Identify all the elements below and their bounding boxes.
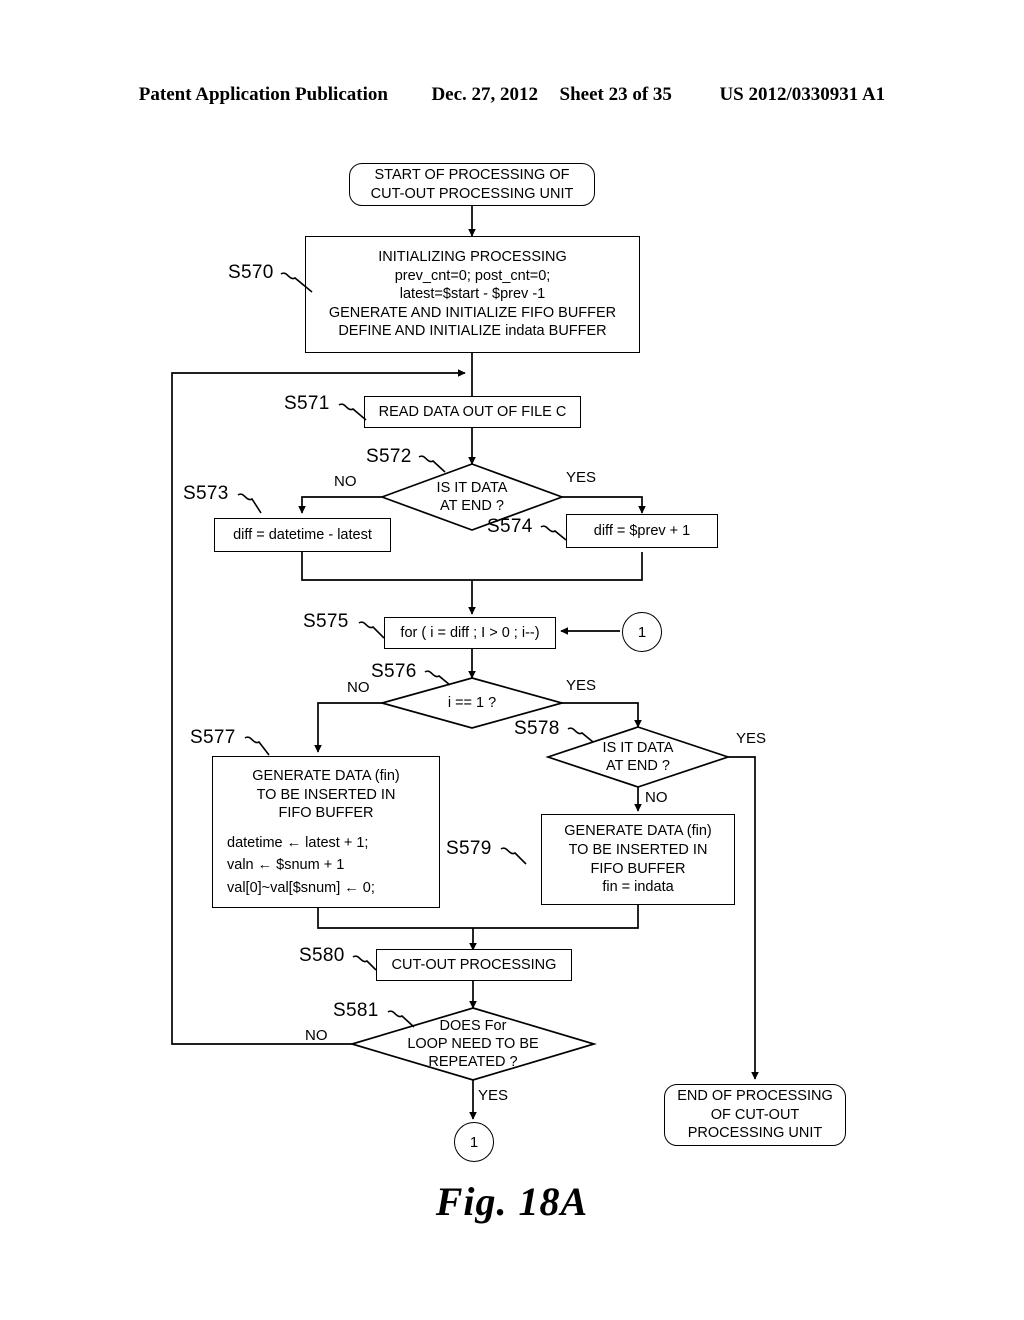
- leader-line-s572: [418, 455, 446, 473]
- node-s571-read-data: READ DATA OUT OF FILE C: [364, 396, 581, 428]
- step-label-s578: S578: [514, 718, 560, 739]
- node-s577-line-1: GENERATE DATA (fin): [252, 768, 400, 784]
- node-s579-line-2: TO BE INSERTED IN: [568, 841, 708, 858]
- node-s570-line-1: INITIALIZING PROCESSING: [378, 249, 567, 266]
- edge-label-s581-no: NO: [305, 1027, 328, 1044]
- edge-label-s581-yes: YES: [478, 1087, 509, 1104]
- header-publication: Patent Application Publication: [138, 84, 388, 105]
- node-start-line-1: START OF PROCESSING OF: [374, 166, 570, 183]
- leader-line-s570: [280, 272, 313, 293]
- connector-circle-right: 1: [622, 612, 662, 652]
- node-s577-line-2: TO BE INSERTED IN: [256, 786, 396, 803]
- leader-line-s574: [540, 525, 567, 541]
- node-end: END OF PROCESSING OF CUT-OUT PROCESSING …: [664, 1084, 846, 1146]
- node-end-line-2: OF CUT-OUT: [710, 1106, 800, 1123]
- step-label-s577: S577: [190, 727, 236, 748]
- edge-label-s578-no: NO: [645, 789, 668, 806]
- step-label-s581: S581: [333, 1000, 379, 1021]
- node-s577-line-3: FIFO BUFFER: [278, 805, 374, 822]
- node-s578-line-2: AT END ?: [606, 758, 670, 774]
- edge-label-s572-yes: YES: [566, 469, 597, 486]
- step-label-s575: S575: [303, 611, 349, 632]
- node-s572-line-2: AT END ?: [440, 498, 504, 514]
- node-s573-line-1: diff = datetime - latest: [233, 526, 372, 543]
- node-s572-line-1: IS IT DATA: [436, 479, 508, 496]
- step-label-s576: S576: [371, 661, 417, 682]
- node-s574-diff-prev: diff = $prev + 1: [566, 514, 718, 548]
- node-s571-line-1: READ DATA OUT OF FILE C: [378, 403, 567, 420]
- edge-label-s578-yes: YES: [736, 730, 767, 747]
- connector-circle-bottom-label: 1: [469, 1133, 479, 1151]
- leader-line-s573: [237, 493, 262, 514]
- step-label-s579: S579: [446, 838, 492, 859]
- edge-label-s576-no: NO: [347, 679, 370, 696]
- step-label-s571: S571: [284, 393, 330, 414]
- step-label-s570: S570: [228, 262, 274, 283]
- node-s581-line-2: LOOP NEED TO BE: [407, 1035, 539, 1052]
- node-s570-line-5: DEFINE AND INITIALIZE indata BUFFER: [338, 323, 607, 340]
- edge-label-s576-yes: YES: [566, 677, 597, 694]
- node-s570-line-3: latest=$start - $prev -1: [399, 286, 546, 303]
- node-s570-line-2: prev_cnt=0; post_cnt=0;: [394, 267, 551, 284]
- node-s579-line-4: fin = indata: [602, 879, 674, 896]
- connector-circle-right-label: 1: [637, 623, 647, 641]
- leader-line-s571: [338, 403, 367, 421]
- figure-caption: Fig. 18A: [435, 1179, 589, 1224]
- node-s579-line-3: FIFO BUFFER: [590, 860, 686, 877]
- node-s580-cut-out-processing: CUT-OUT PROCESSING: [376, 949, 572, 981]
- node-s574-line-1: diff = $prev + 1: [593, 522, 691, 539]
- patent-figure-page: Patent Application Publication Dec. 27, …: [0, 0, 1024, 1320]
- step-label-s574: S574: [487, 516, 533, 537]
- step-label-s572: S572: [366, 446, 412, 467]
- header-doc-number: US 2012/0330931 A1: [719, 84, 886, 105]
- node-s576-line-1: i == 1 ?: [447, 694, 497, 711]
- step-label-s573: S573: [183, 483, 229, 504]
- page-header: Patent Application Publication Dec. 27, …: [0, 84, 1024, 106]
- edge-label-s572-no: NO: [334, 473, 357, 490]
- node-s581-line-1: DOES For: [439, 1017, 507, 1034]
- leader-line-s580: [352, 955, 377, 971]
- leader-line-s576: [424, 670, 451, 686]
- node-s577-code-2: valn ← $snum + 1: [227, 857, 345, 874]
- node-s577-generate-data: GENERATE DATA (fin) TO BE INSERTED IN FI…: [212, 756, 440, 908]
- node-s577-code-1: datetime ← latest + 1;: [227, 834, 369, 851]
- node-s580-line-1: CUT-OUT PROCESSING: [391, 956, 557, 973]
- node-s575-for-loop: for ( i = diff ; I > 0 ; i--): [384, 617, 556, 649]
- node-start: START OF PROCESSING OF CUT-OUT PROCESSIN…: [349, 163, 595, 206]
- leader-line-s578: [567, 727, 594, 743]
- node-s581-line-3: REPEATED ?: [428, 1054, 518, 1071]
- node-end-line-3: PROCESSING UNIT: [687, 1125, 823, 1142]
- leader-line-s579: [500, 847, 527, 865]
- node-s570-line-4: GENERATE AND INITIALIZE FIFO BUFFER: [328, 304, 617, 321]
- node-s570-initializing-processing: INITIALIZING PROCESSING prev_cnt=0; post…: [305, 236, 640, 353]
- node-s579-generate-data: GENERATE DATA (fin) TO BE INSERTED IN FI…: [541, 814, 735, 905]
- step-label-s580: S580: [299, 945, 345, 966]
- header-date: Dec. 27, 2012: [431, 84, 539, 105]
- node-s578-line-1: IS IT DATA: [602, 739, 674, 756]
- node-end-line-1: END OF PROCESSING: [677, 1088, 833, 1105]
- node-start-line-2: CUT-OUT PROCESSING UNIT: [370, 185, 574, 202]
- header-sheet: Sheet 23 of 35: [559, 84, 672, 105]
- leader-line-s577: [244, 736, 270, 756]
- connector-circle-bottom: 1: [454, 1122, 494, 1162]
- leader-line-s575: [358, 621, 385, 639]
- node-s577-code-3: val[0]~val[$snum] ← 0;: [227, 879, 375, 896]
- node-s573-diff-datetime: diff = datetime - latest: [214, 518, 391, 552]
- node-s575-line-1: for ( i = diff ; I > 0 ; i--): [400, 624, 540, 641]
- node-s579-line-1: GENERATE DATA (fin): [564, 823, 712, 840]
- node-s572-decision: IS IT DATA AT END ?: [382, 464, 562, 530]
